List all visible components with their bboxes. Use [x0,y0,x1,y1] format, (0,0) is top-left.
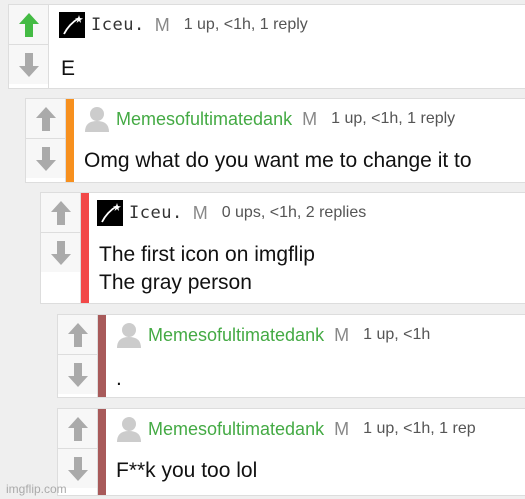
arrow-down-icon [67,456,88,481]
mod-badge: M [334,418,350,439]
arrow-up-icon [50,200,71,225]
comment-text-line: E [61,57,76,80]
iceu-avatar-icon[interactable] [59,12,85,38]
comment-text-line: The gray person [99,271,252,294]
username[interactable]: Memesofultimatedank [148,419,324,440]
thread-accent-bar [98,315,106,397]
upvote-button[interactable] [58,409,97,449]
downvote-button[interactable] [26,139,65,178]
arrow-down-icon [50,240,71,265]
username[interactable]: Memesofultimatedank [116,109,292,130]
comment-text-line: . [116,367,122,390]
comment-body: . [116,365,122,393]
downvote-button[interactable] [58,355,97,394]
mod-badge: M [302,108,318,129]
comment-meta: 1 up, <1h, 1 rep [363,420,476,437]
upvote-button[interactable] [9,5,48,45]
comment-meta: 1 up, <1h, 1 reply [183,16,308,33]
comment: Iceu. M 1 up, <1h, 1 reply E [8,4,525,89]
comment-text-line: F**k you too lol [116,459,258,482]
comment: Memesofultimatedank M 1 up, <1h . [57,314,525,398]
comment-meta: 1 up, <1h, 1 reply [331,110,456,127]
comment-body: The first icon on imgflip The gray perso… [99,241,315,297]
arrow-up-icon [35,106,56,131]
thread-accent-bar [66,99,74,182]
comment-meta: 0 ups, <1h, 2 replies [221,204,367,221]
vote-column [41,193,81,303]
comment-text-line: The first icon on imgflip [99,243,315,266]
arrow-up-icon [67,322,88,347]
thread-accent-bar [98,409,106,495]
arrow-down-icon [18,52,39,77]
vote-column [26,99,66,182]
username[interactable]: Memesofultimatedank [148,325,324,346]
vote-column [58,315,98,397]
gray-person-avatar-icon[interactable] [84,106,110,132]
comment: Memesofultimatedank M 1 up, <1h, 1 reply… [25,98,525,183]
downvote-button[interactable] [9,45,48,84]
arrow-up-icon [18,12,39,37]
gray-person-avatar-icon[interactable] [116,322,142,348]
comment-body: Omg what do you want me to change it to [84,147,472,175]
watermark: imgflip.com [6,482,67,496]
vote-column [9,5,49,88]
thread-accent-bar [81,193,89,303]
comment-body: E [61,55,75,83]
mod-badge: M [334,324,350,345]
username[interactable]: Iceu. [129,203,183,223]
upvote-button[interactable] [41,193,80,233]
gray-person-avatar-icon[interactable] [116,416,142,442]
mod-badge: M [192,202,208,223]
upvote-button[interactable] [26,99,65,139]
comment: Memesofultimatedank M 1 up, <1h, 1 rep F… [57,408,525,496]
comment-meta: 1 up, <1h [363,326,431,343]
arrow-down-icon [67,362,88,387]
iceu-avatar-icon[interactable] [97,200,123,226]
username[interactable]: Iceu. [91,15,145,35]
downvote-button[interactable] [41,233,80,272]
comment-body: F**k you too lol [116,457,257,485]
arrow-down-icon [35,146,56,171]
arrow-up-icon [67,416,88,441]
comment: Iceu. M 0 ups, <1h, 2 replies The first … [40,192,525,304]
mod-badge: M [154,14,170,35]
comment-text-line: Omg what do you want me to change it to [84,149,472,172]
upvote-button[interactable] [58,315,97,355]
